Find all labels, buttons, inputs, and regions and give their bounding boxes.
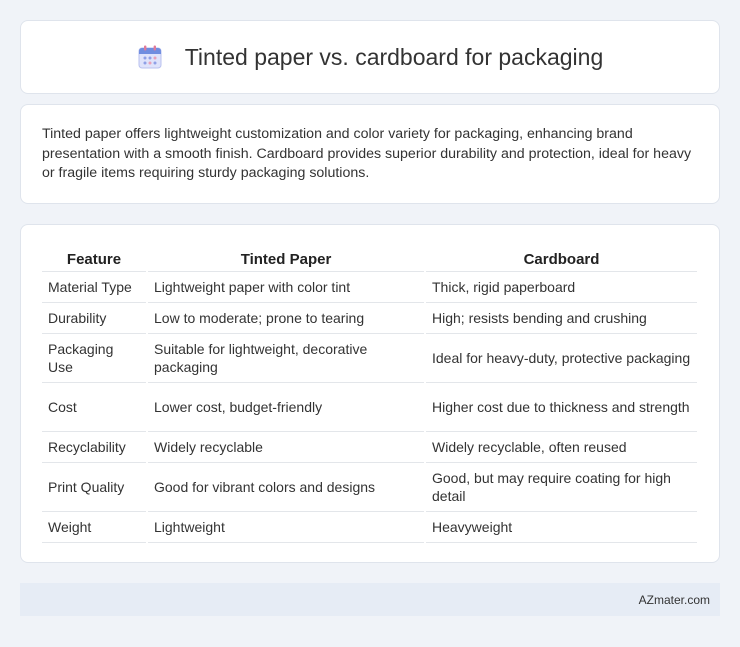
- feature-cell: Weight: [42, 510, 147, 543]
- column-header-cardboard: Cardboard: [424, 245, 697, 271]
- cardboard-cell: Heavyweight: [424, 510, 697, 543]
- cardboard-cell: Higher cost due to thickness and strengt…: [424, 381, 697, 431]
- cardboard-cell: Widely recyclable, often reused: [424, 430, 697, 462]
- footer-brand: AZmater.com: [638, 592, 710, 607]
- cardboard-cell: Good, but may require coating for high d…: [424, 461, 697, 511]
- footer: AZmater.com: [20, 583, 720, 616]
- tinted-paper-cell: Lower cost, budget-friendly: [146, 381, 425, 431]
- feature-cell: Packaging Use: [42, 332, 147, 382]
- feature-cell: Material Type: [42, 270, 147, 302]
- feature-cell: Print Quality: [42, 461, 147, 511]
- tinted-paper-cell: Low to moderate; prone to tearing: [146, 301, 425, 333]
- column-header-feature: Feature: [66, 251, 122, 269]
- page-title: Tinted paper vs. cardboard for packaging: [184, 43, 604, 70]
- tinted-paper-cell: Widely recyclable: [146, 430, 425, 462]
- column-header-tinted-paper: Tinted Paper: [146, 245, 425, 271]
- table-row: Durability Low to moderate; prone to tea…: [42, 301, 697, 333]
- table-row: Cost Lower cost, budget-friendly Higher …: [42, 381, 697, 431]
- title-card: Tinted paper vs. cardboard for packaging: [20, 20, 720, 94]
- tinted-paper-cell: Lightweight: [146, 510, 425, 543]
- table-row: Material Type Lightweight paper with col…: [42, 270, 697, 302]
- cardboard-cell: Ideal for heavy-duty, protective packagi…: [424, 332, 697, 382]
- cardboard-cell: High; resists bending and crushing: [424, 301, 697, 333]
- feature-cell: Recyclability: [42, 430, 147, 462]
- intro-paragraph: Tinted paper offers lightweight customiz…: [42, 126, 692, 181]
- cardboard-cell: Thick, rigid paperboard: [424, 270, 697, 302]
- feature-cell: Cost: [42, 381, 147, 431]
- intro-card: Tinted paper offers lightweight customiz…: [20, 104, 720, 204]
- table-row: Print Quality Good for vibrant colors an…: [42, 461, 697, 511]
- feature-cell: Durability: [42, 301, 147, 333]
- comparison-table: Feature Tinted Paper Cardboard Material …: [42, 245, 697, 543]
- tinted-paper-cell: Suitable for lightweight, decorative pac…: [146, 332, 425, 382]
- table-row: Weight Lightweight Heavyweight: [42, 510, 697, 543]
- tinted-paper-cell: Good for vibrant colors and designs: [146, 461, 425, 511]
- table-header-row: Feature Tinted Paper Cardboard: [42, 245, 697, 271]
- tinted-paper-cell: Lightweight paper with color tint: [146, 270, 425, 302]
- calendar-icon: [137, 44, 163, 70]
- comparison-table-card: Feature Tinted Paper Cardboard Material …: [20, 224, 720, 563]
- table-row: Recyclability Widely recyclable Widely r…: [42, 430, 697, 462]
- table-row: Packaging Use Suitable for lightweight, …: [42, 332, 697, 382]
